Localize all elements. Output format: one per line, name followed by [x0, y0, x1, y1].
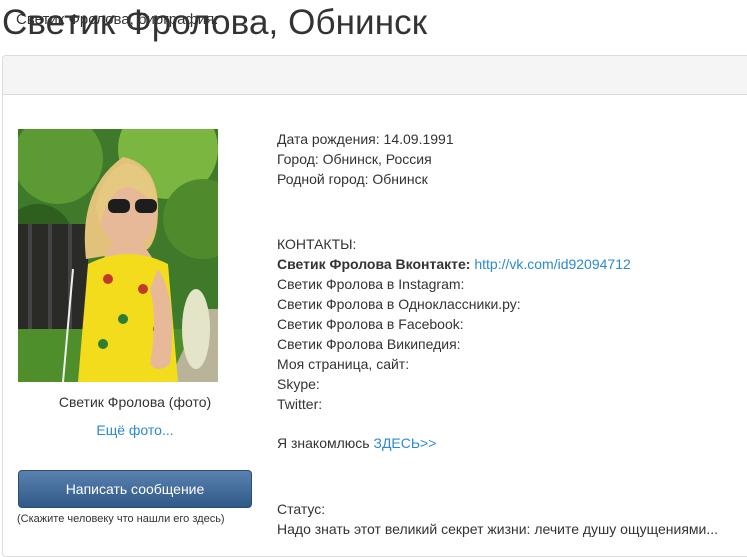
website-contact: Моя страница, сайт:	[277, 356, 410, 372]
panel-heading: Светик Фролова, биография:	[16, 11, 219, 28]
status-label: Статус:	[277, 501, 326, 517]
dating-link[interactable]: ЗДЕСЬ>>	[373, 435, 436, 451]
profile-photo[interactable]	[18, 129, 218, 382]
contacts-heading: КОНТАКТЫ:	[277, 236, 357, 252]
more-photos-link[interactable]: Ещё фото...	[18, 422, 252, 438]
vk-link[interactable]: http://vk.com/id92094712	[474, 256, 630, 272]
facebook-contact: Светик Фролова в Facebook:	[277, 316, 464, 332]
message-hint: (Скажите человеку что нашли его здесь)	[17, 513, 225, 525]
vk-contact: Светик Фролова Вконтакте: http://vk.com/…	[277, 254, 631, 274]
send-message-button[interactable]: Написать сообщение	[18, 470, 252, 508]
odnoklassniki-contact: Светик Фролова в Одноклассники.ру:	[277, 296, 521, 312]
birth-date: Дата рождения: 14.09.1991	[277, 131, 454, 147]
instagram-contact: Светик Фролова в Instagram:	[277, 276, 465, 292]
status-text: Надо знать этот великий секрет жизни: ле…	[277, 521, 719, 537]
panel-header	[3, 56, 747, 95]
dating-line: Я знакомлюсь ЗДЕСЬ>>	[277, 433, 436, 453]
skype-contact: Skype:	[277, 376, 320, 392]
wikipedia-contact: Светик Фролова Википедия:	[277, 336, 461, 352]
vk-label: Светик Фролова Вконтакте:	[277, 256, 471, 272]
home-city: Родной город: Обнинск	[277, 171, 428, 187]
dating-text: Я знакомлюсь	[277, 435, 374, 451]
city: Город: Обнинск, Россия	[277, 151, 432, 167]
photo-caption: Светик Фролова (фото)	[58, 394, 212, 410]
twitter-contact: Twitter:	[277, 396, 323, 412]
